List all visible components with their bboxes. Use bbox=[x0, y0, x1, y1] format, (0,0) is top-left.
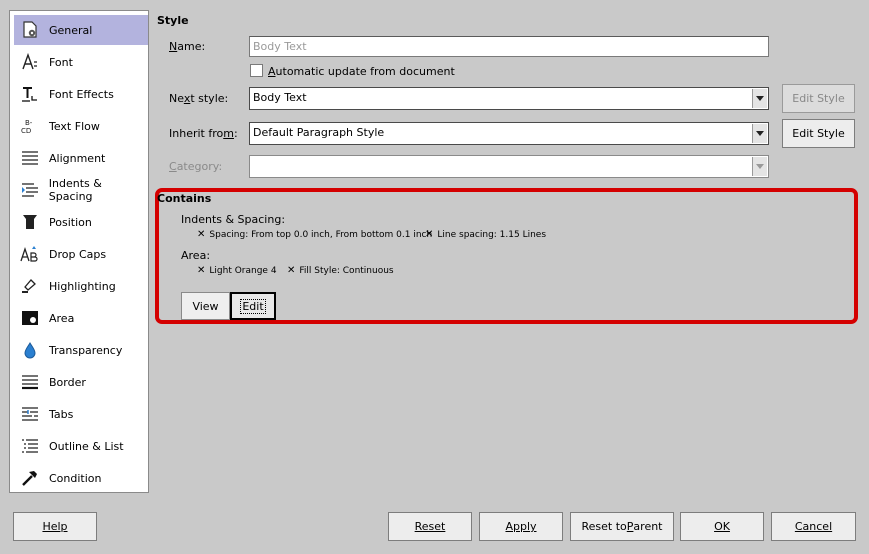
apply-label: Apply bbox=[505, 520, 537, 533]
sidebar-item-text-flow[interactable]: B- CD Text Flow bbox=[14, 111, 148, 141]
sidebar-item-indents-spacing[interactable]: Indents & Spacing bbox=[14, 175, 148, 205]
contains-chip[interactable]: ✕ Fill Style: Continuous bbox=[287, 265, 394, 276]
svg-text:B-: B- bbox=[25, 119, 33, 127]
chevron-down-icon[interactable] bbox=[752, 157, 767, 176]
highlighting-icon bbox=[19, 275, 41, 297]
general-page-icon bbox=[19, 19, 41, 41]
sidebar-item-condition[interactable]: Condition bbox=[14, 463, 148, 493]
reset-to-parent-button[interactable]: Reset to Parent bbox=[570, 512, 674, 541]
next-style-value: Body Text bbox=[253, 91, 307, 104]
contains-chip[interactable]: ✕ Light Orange 4 bbox=[197, 265, 277, 276]
chip-label: Line spacing: 1.15 Lines bbox=[437, 229, 547, 240]
reset-button[interactable]: Reset bbox=[388, 512, 472, 541]
sidebar-item-label: Drop Caps bbox=[49, 247, 107, 261]
sidebar-item-label: Highlighting bbox=[49, 279, 116, 293]
sidebar-item-label: Font Effects bbox=[49, 87, 114, 101]
sidebar-item-label: Position bbox=[49, 215, 92, 229]
sidebar-item-label: Border bbox=[49, 375, 86, 389]
sidebar: General Font Font Effects B- CD Text Flow… bbox=[9, 10, 149, 493]
sidebar-item-label: Area bbox=[49, 311, 75, 325]
position-icon bbox=[19, 211, 41, 233]
sidebar-item-highlighting[interactable]: Highlighting bbox=[14, 271, 148, 301]
indents-spacing-icon bbox=[19, 179, 41, 201]
chip-label: Spacing: From top 0.0 inch, From bottom … bbox=[209, 229, 433, 240]
indents-spacing-group-title: Indents & Spacing: bbox=[181, 213, 286, 226]
sidebar-item-font[interactable]: Font bbox=[14, 47, 148, 77]
contains-section-title: Contains bbox=[157, 192, 212, 205]
sidebar-item-label: Text Flow bbox=[49, 119, 100, 133]
edit-style-button-inherit[interactable]: Edit Style bbox=[782, 119, 855, 148]
sidebar-item-label: Indents & Spacing bbox=[48, 177, 102, 203]
alignment-icon bbox=[19, 147, 41, 169]
inherit-from-value: Default Paragraph Style bbox=[253, 126, 385, 139]
cancel-button[interactable]: Cancel bbox=[771, 512, 856, 541]
automatic-update-checkbox[interactable] bbox=[250, 64, 263, 77]
sidebar-item-label: Condition bbox=[49, 471, 102, 485]
next-style-label: Next style: bbox=[169, 92, 229, 105]
sidebar-item-outline-list[interactable]: Outline & List bbox=[14, 431, 148, 461]
ok-label: OK bbox=[714, 520, 730, 533]
style-section-title: Style bbox=[157, 14, 189, 27]
sidebar-item-transparency[interactable]: Transparency bbox=[14, 335, 148, 365]
next-style-combo[interactable]: Body Text bbox=[249, 87, 769, 110]
reset-parent-label-a: Reset to bbox=[581, 520, 627, 533]
remove-icon[interactable]: ✕ bbox=[287, 265, 295, 276]
remove-icon[interactable]: ✕ bbox=[197, 265, 205, 276]
ok-button[interactable]: OK bbox=[680, 512, 764, 541]
name-label: Name: bbox=[169, 40, 206, 53]
area-icon bbox=[19, 307, 41, 329]
edit-style-button-next[interactable]: Edit Style bbox=[782, 84, 855, 113]
contains-chip[interactable]: ✕ Spacing: From top 0.0 inch, From bottom… bbox=[197, 229, 432, 240]
sidebar-item-drop-caps[interactable]: Drop Caps bbox=[14, 239, 148, 269]
sidebar-item-general[interactable]: General bbox=[14, 15, 148, 45]
sidebar-item-label: Transparency bbox=[49, 343, 123, 357]
chip-label: Fill Style: Continuous bbox=[299, 265, 394, 276]
category-combo[interactable] bbox=[249, 155, 769, 178]
outline-list-icon bbox=[19, 435, 41, 457]
edit-toggle-label: Edit bbox=[240, 298, 266, 314]
sidebar-item-alignment[interactable]: Alignment bbox=[14, 143, 148, 173]
reset-parent-label-u: P bbox=[626, 520, 634, 533]
contains-chip[interactable]: ✕ Line spacing: 1.15 Lines bbox=[425, 229, 546, 240]
automatic-update-label: Automatic update from document bbox=[268, 65, 455, 78]
text-flow-icon: B- CD bbox=[19, 115, 41, 137]
sidebar-item-font-effects[interactable]: Font Effects bbox=[14, 79, 148, 109]
border-icon bbox=[19, 371, 41, 393]
name-input[interactable]: Body Text bbox=[249, 36, 769, 57]
area-group-title: Area: bbox=[181, 249, 211, 262]
category-label: Category: bbox=[169, 160, 223, 173]
remove-icon[interactable]: ✕ bbox=[197, 229, 205, 240]
sidebar-item-tabs[interactable]: Tabs bbox=[14, 399, 148, 429]
cancel-label: Cancel bbox=[794, 520, 833, 533]
remove-icon[interactable]: ✕ bbox=[425, 229, 433, 240]
sidebar-item-position[interactable]: Position bbox=[14, 207, 148, 237]
inherit-from-label: Inherit from: bbox=[169, 127, 238, 140]
sidebar-item-label: General bbox=[49, 23, 93, 37]
sidebar-item-label: Font bbox=[49, 55, 73, 69]
tabs-icon bbox=[19, 403, 41, 425]
sidebar-item-label: Outline & List bbox=[49, 439, 124, 453]
view-toggle-button[interactable]: View bbox=[181, 292, 230, 320]
font-icon bbox=[19, 51, 41, 73]
chip-label: Light Orange 4 bbox=[209, 265, 277, 276]
sidebar-item-label: Alignment bbox=[49, 151, 106, 165]
sidebar-item-label: Tabs bbox=[49, 407, 74, 421]
drop-caps-icon bbox=[19, 243, 41, 265]
condition-icon bbox=[19, 467, 41, 489]
help-label: Help bbox=[42, 520, 68, 533]
sidebar-item-border[interactable]: Border bbox=[14, 367, 148, 397]
edit-toggle-button[interactable]: Edit bbox=[230, 292, 276, 320]
svg-text:CD: CD bbox=[21, 127, 31, 135]
inherit-from-combo[interactable]: Default Paragraph Style bbox=[249, 122, 769, 145]
sidebar-item-area[interactable]: Area bbox=[14, 303, 148, 333]
reset-parent-label-b: arent bbox=[633, 520, 663, 533]
help-button[interactable]: Help bbox=[13, 512, 97, 541]
reset-label: Reset bbox=[414, 520, 446, 533]
chevron-down-icon[interactable] bbox=[752, 89, 767, 108]
chevron-down-icon[interactable] bbox=[752, 124, 767, 143]
font-effects-icon bbox=[19, 83, 41, 105]
apply-button[interactable]: Apply bbox=[479, 512, 563, 541]
transparency-icon bbox=[19, 339, 41, 361]
